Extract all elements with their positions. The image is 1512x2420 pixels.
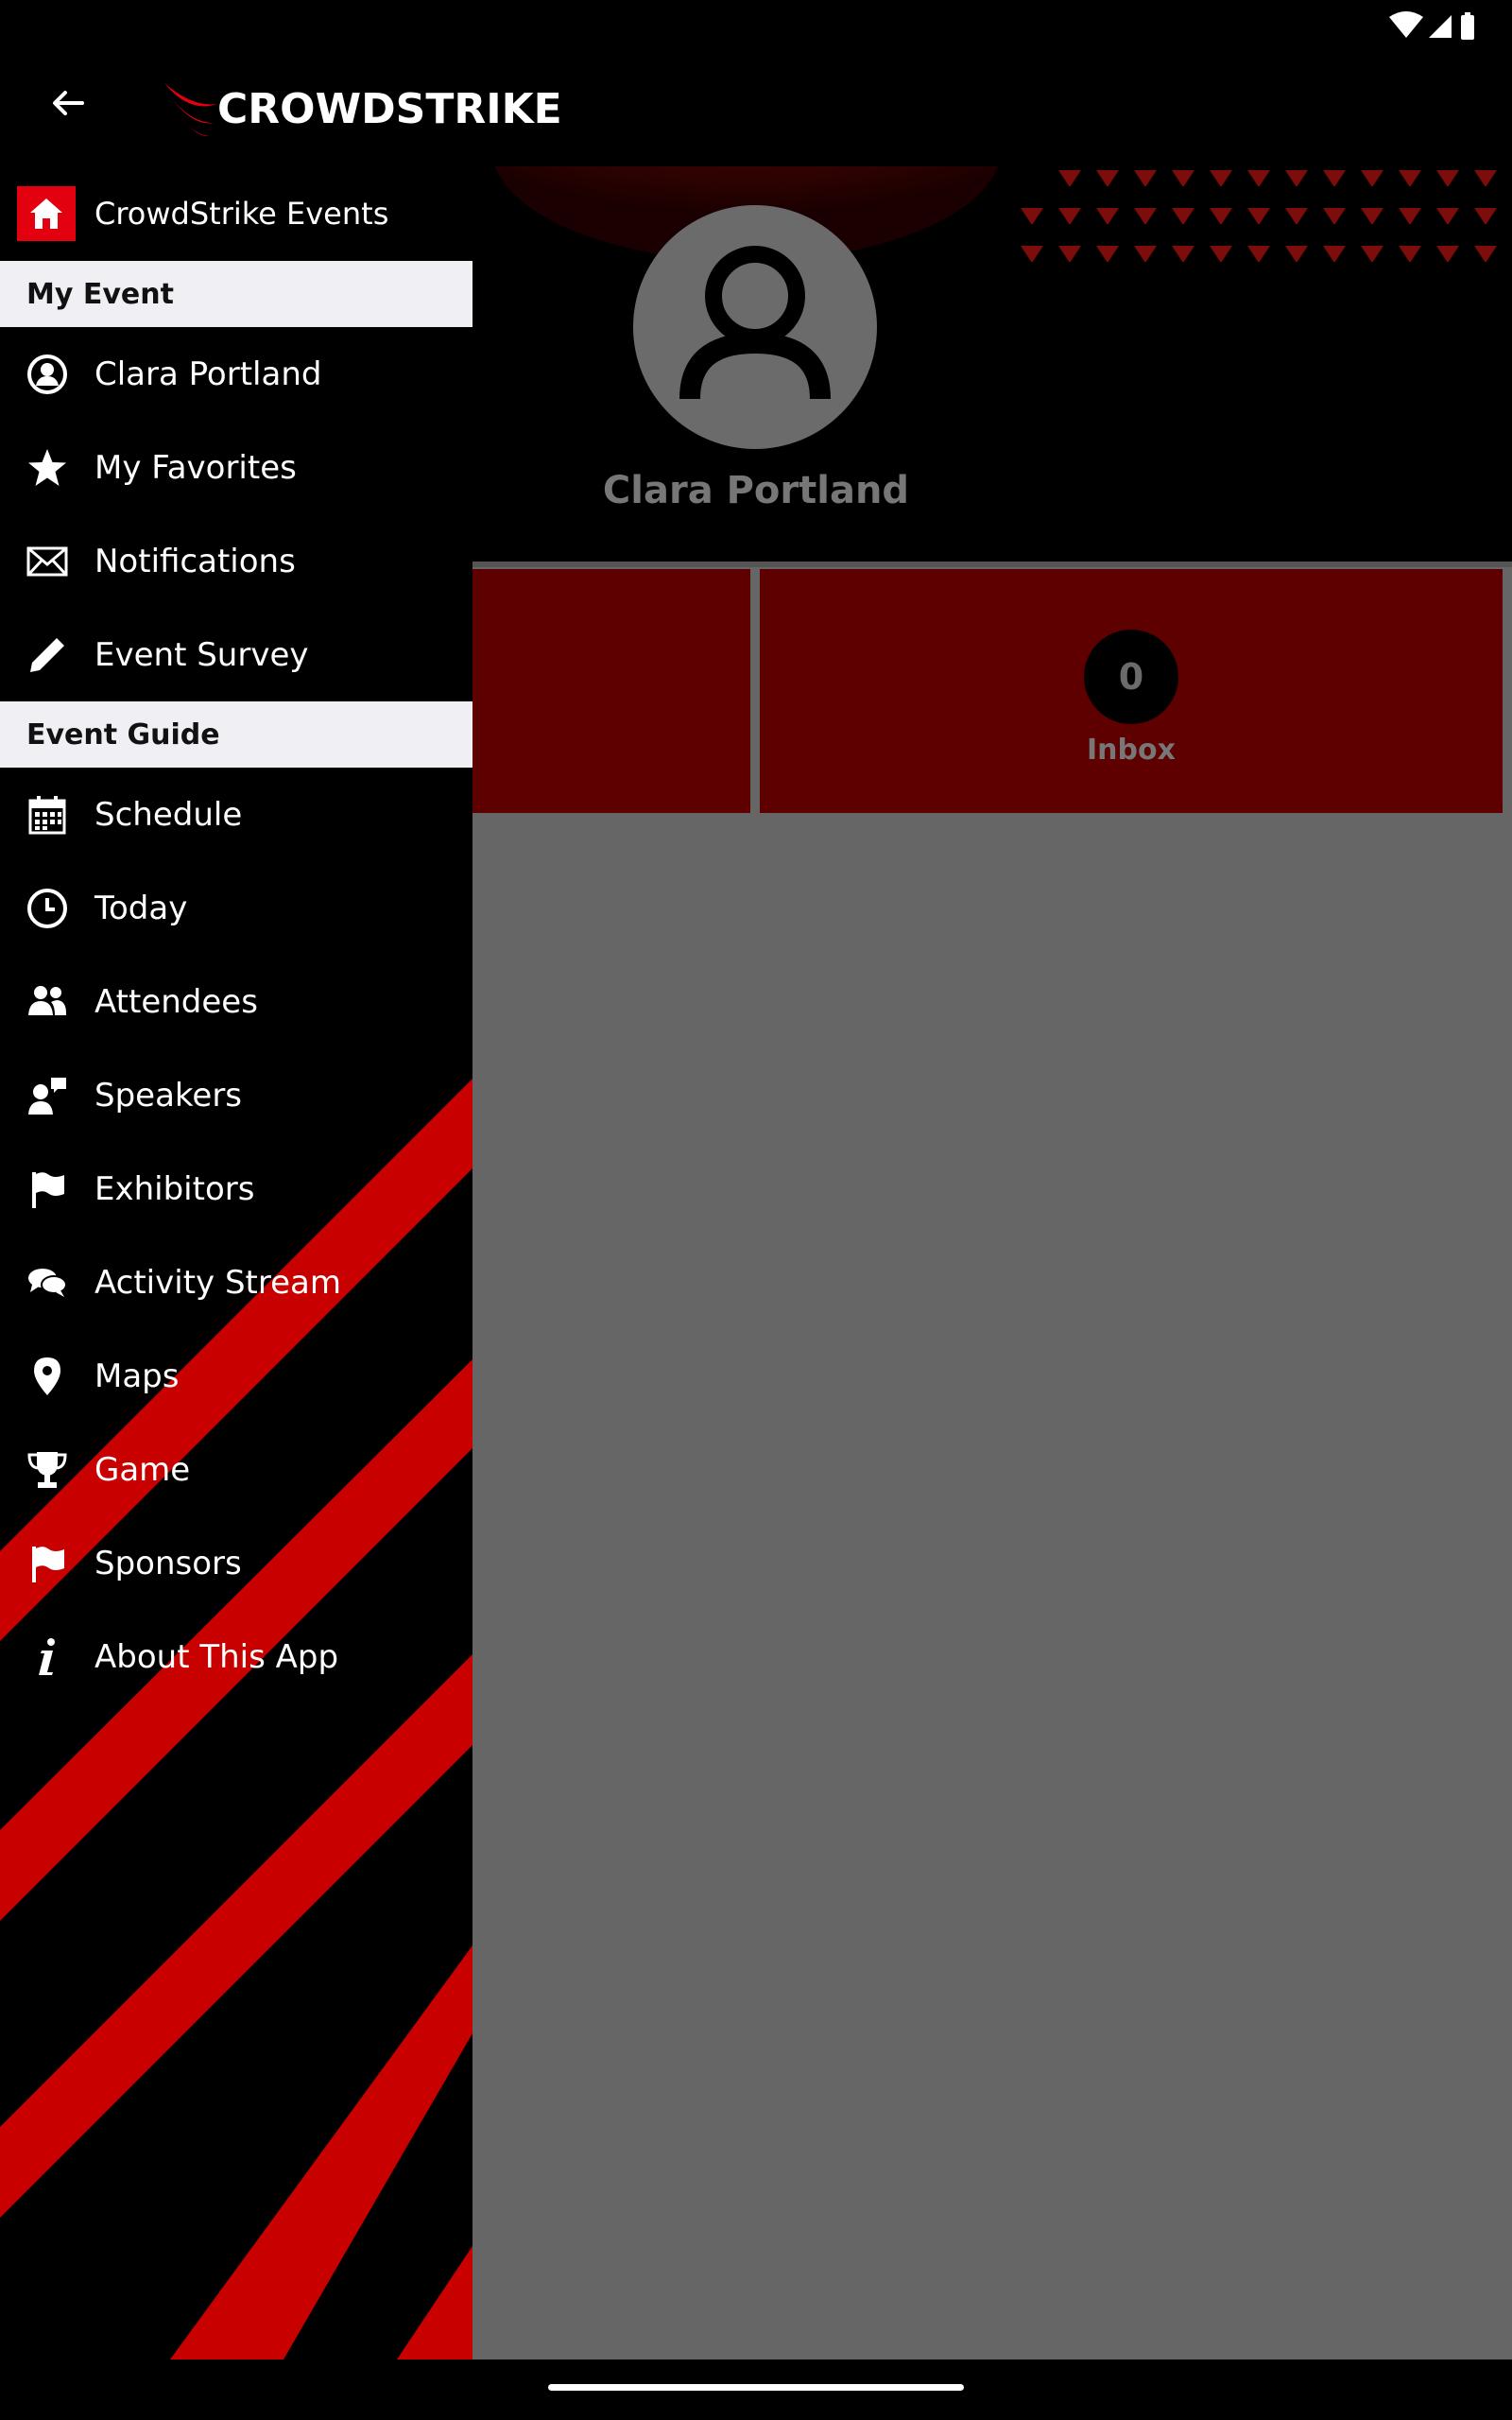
- map-pin-icon: [24, 1353, 71, 1400]
- chat-icon: [24, 1259, 71, 1306]
- navigation-drawer: CrowdStrike Events My Event Clara Portla…: [0, 166, 472, 2360]
- drawer-item-activity-stream[interactable]: Activity Stream: [0, 1236, 472, 1329]
- wifi-icon: [1389, 11, 1423, 38]
- drawer-item-sponsors[interactable]: Sponsors: [0, 1516, 472, 1610]
- drawer-home-label: CrowdStrike Events: [94, 196, 389, 232]
- inbox-tile[interactable]: 0 Inbox: [760, 569, 1503, 813]
- calendar-icon: [24, 791, 71, 838]
- drawer-item-speakers[interactable]: Speakers: [0, 1048, 472, 1142]
- info-icon: [24, 1634, 71, 1681]
- drawer-item-event-survey[interactable]: Event Survey: [0, 608, 472, 701]
- drawer-item-exhibitors[interactable]: Exhibitors: [0, 1142, 472, 1236]
- arrow-left-icon: [53, 91, 84, 115]
- trophy-icon: [24, 1446, 71, 1494]
- drawer-item-schedule[interactable]: Schedule: [0, 768, 472, 861]
- drawer-item-label: My Favorites: [94, 448, 297, 487]
- drawer-item-attendees[interactable]: Attendees: [0, 955, 472, 1048]
- back-button[interactable]: [34, 70, 100, 136]
- drawer-item-label: Speakers: [94, 1076, 243, 1115]
- drawer-item-notifications[interactable]: Notifications: [0, 514, 472, 608]
- speaker-icon: [24, 1072, 71, 1119]
- profile-name: Clara Portland: [602, 469, 910, 512]
- drawer-item-maps[interactable]: Maps: [0, 1329, 472, 1423]
- signal-icon: [1429, 15, 1452, 38]
- drawer-item-label: Notifications: [94, 542, 296, 580]
- inbox-count-badge: 0: [1084, 630, 1178, 724]
- battery-icon: [1461, 12, 1474, 40]
- falcon-logo-icon: [164, 83, 217, 137]
- envelope-icon: [24, 538, 71, 585]
- pencil-icon: [24, 631, 71, 679]
- drawer-item-about-this-app[interactable]: About This App: [0, 1610, 472, 1703]
- drawer-item-game[interactable]: Game: [0, 1423, 472, 1516]
- drawer-item-label: About This App: [94, 1637, 339, 1676]
- drawer-item-label: Schedule: [94, 795, 243, 834]
- drawer-item-label: Sponsors: [94, 1544, 242, 1582]
- star-icon: [24, 444, 71, 492]
- drawer-item-label: Exhibitors: [94, 1169, 255, 1208]
- brand-wordmark: CROWDSTRIKE: [217, 84, 562, 133]
- user-silhouette-icon: [679, 246, 831, 400]
- section-header-my-event: My Event: [0, 261, 472, 327]
- drawer-item-label: Activity Stream: [94, 1263, 341, 1302]
- app-logo: CROWDSTRIKE: [161, 76, 562, 142]
- drawer-item-today[interactable]: Today: [0, 861, 472, 955]
- profile-avatar[interactable]: [633, 205, 877, 449]
- drawer-home-link[interactable]: CrowdStrike Events: [0, 166, 472, 261]
- drawer-item-label: Clara Portland: [94, 354, 322, 393]
- drawer-item-label: Attendees: [94, 982, 258, 1021]
- flag-icon: [24, 1540, 71, 1587]
- user-circle-icon: [24, 351, 71, 398]
- people-icon: [24, 978, 71, 1026]
- profile-tile[interactable]: [472, 569, 750, 813]
- divider: [472, 562, 1512, 567]
- gesture-navigation-bar[interactable]: [548, 2384, 964, 2391]
- drawer-item-label: Today: [94, 889, 188, 927]
- drawer-item-my-favorites[interactable]: My Favorites: [0, 421, 472, 514]
- drawer-item-profile[interactable]: Clara Portland: [0, 327, 472, 421]
- flag-icon: [24, 1166, 71, 1213]
- home-icon: [17, 186, 76, 241]
- section-header-event-guide: Event Guide: [0, 701, 472, 768]
- drawer-item-label: Game: [94, 1450, 191, 1489]
- status-bar-icons: [1389, 11, 1474, 40]
- drawer-item-label: Event Survey: [94, 635, 309, 674]
- drawer-item-label: Maps: [94, 1357, 180, 1395]
- clock-icon: [24, 885, 71, 932]
- inbox-label: Inbox: [1087, 734, 1176, 767]
